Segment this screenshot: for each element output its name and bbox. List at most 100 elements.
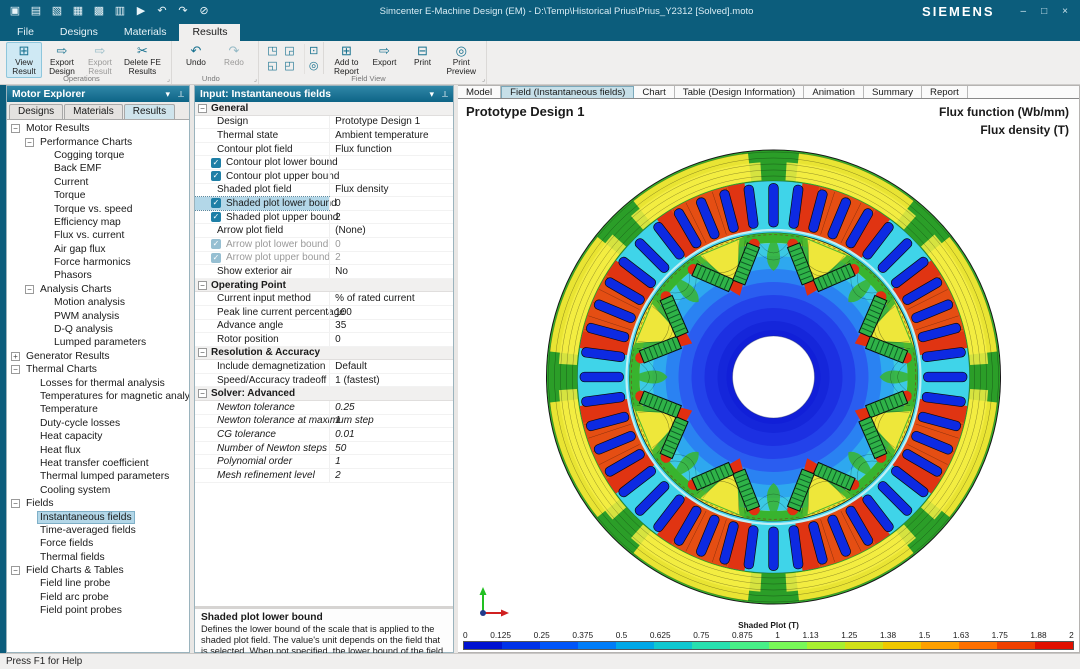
- view-orientation-2-icon[interactable]: ◲: [281, 44, 298, 59]
- property-row-peak-line-current-percentage[interactable]: Peak line current percentage100: [195, 306, 453, 320]
- property-row-arrow-plot-upper-bound[interactable]: ✓Arrow plot upper bound2: [195, 252, 453, 266]
- minimize-button[interactable]: –: [1021, 6, 1027, 17]
- property-row-rotor-position[interactable]: Rotor position0: [195, 333, 453, 347]
- view-result-button[interactable]: ⊞View Result: [6, 42, 42, 78]
- property-row-newton-tolerance[interactable]: Newton tolerance0.25: [195, 401, 453, 415]
- section-row-resolution-accuracy[interactable]: −Resolution & Accuracy: [195, 347, 453, 361]
- save-icon[interactable]: ▦: [71, 4, 85, 18]
- tree-item-field-charts-tables[interactable]: −Field Charts & Tables: [7, 564, 189, 577]
- tree-expander-icon[interactable]: −: [11, 566, 20, 575]
- section-row-operating-point[interactable]: −Operating Point: [195, 279, 453, 293]
- checkbox-icon[interactable]: ✓: [211, 198, 221, 208]
- dialog-launcher-icon[interactable]: ⌟: [254, 75, 257, 83]
- section-row-solver-advanced[interactable]: −Solver: Advanced: [195, 387, 453, 401]
- property-row-cg-tolerance[interactable]: CG tolerance0.01: [195, 428, 453, 442]
- property-value[interactable]: 1 (fastest): [329, 374, 453, 387]
- delete-fe-results-button[interactable]: ✂Delete FE Results: [120, 42, 165, 78]
- tree-item-flux-vs-current[interactable]: Flux vs. current: [7, 229, 189, 242]
- property-value[interactable]: Flux density: [329, 184, 453, 197]
- property-row-advance-angle[interactable]: Advance angle35: [195, 320, 453, 334]
- tree-expander-icon[interactable]: −: [11, 365, 20, 374]
- property-row-speed-accuracy-tradeoff[interactable]: Speed/Accuracy tradeoff1 (fastest): [195, 374, 453, 388]
- tree-item-d-q-analysis[interactable]: D-Q analysis: [7, 323, 189, 336]
- open-file-icon[interactable]: ▧: [50, 4, 64, 18]
- view-tab-animation[interactable]: Animation: [804, 86, 864, 98]
- checkbox-icon[interactable]: ✓: [211, 171, 221, 181]
- close-button[interactable]: ×: [1062, 6, 1068, 17]
- view-tab-model[interactable]: Model: [458, 86, 501, 98]
- collapse-icon[interactable]: −: [198, 281, 207, 290]
- tree-item-efficiency-map[interactable]: Efficiency map: [7, 216, 189, 229]
- property-row-arrow-plot-lower-bound[interactable]: ✓Arrow plot lower bound0: [195, 238, 453, 252]
- property-value[interactable]: [329, 156, 453, 169]
- tree-item-lumped-parameters[interactable]: Lumped parameters: [7, 336, 189, 349]
- report-icon[interactable]: ▥: [113, 4, 127, 18]
- ribbon-tab-designs[interactable]: Designs: [47, 24, 111, 41]
- motor-cross-section[interactable]: [458, 99, 1079, 652]
- export-button[interactable]: ⇨Export: [367, 42, 403, 69]
- tree-item-generator-results[interactable]: +Generator Results: [7, 350, 189, 363]
- property-row-number-of-newton-steps[interactable]: Number of Newton steps50: [195, 442, 453, 456]
- field-plot-canvas[interactable]: Prototype Design 1 Flux function (Wb/mm)…: [458, 99, 1079, 652]
- property-row-current-input-method[interactable]: Current input method% of rated current: [195, 292, 453, 306]
- property-value[interactable]: 1: [329, 415, 453, 428]
- section-row-general[interactable]: −General: [195, 102, 453, 116]
- tree-item-air-gap-flux[interactable]: Air gap flux: [7, 243, 189, 256]
- dialog-launcher-icon[interactable]: ⌟: [167, 75, 170, 83]
- checkbox-icon[interactable]: ✓: [211, 253, 221, 263]
- property-row-polynomial-order[interactable]: Polynomial order1: [195, 455, 453, 469]
- property-value[interactable]: 2: [329, 211, 453, 224]
- tree-item-current[interactable]: Current: [7, 176, 189, 189]
- app-icon[interactable]: ▣: [8, 4, 22, 18]
- view-tab-field-instantaneous-fields[interactable]: Field (Instantaneous fields): [501, 86, 634, 98]
- run-icon[interactable]: ▶: [134, 4, 148, 18]
- help-icon[interactable]: ⊘: [197, 4, 211, 18]
- view-tab-summary[interactable]: Summary: [864, 86, 922, 98]
- redo-icon[interactable]: ↷: [176, 4, 190, 18]
- tree-item-back-emf[interactable]: Back EMF: [7, 162, 189, 175]
- property-row-include-demagnetization[interactable]: Include demagnetizationDefault: [195, 360, 453, 374]
- tree-item-temperature[interactable]: Temperature: [7, 403, 189, 416]
- tree-item-duty-cycle-losses[interactable]: Duty-cycle losses: [7, 417, 189, 430]
- property-value[interactable]: No: [329, 265, 453, 278]
- tree-item-thermal-lumped-parameters[interactable]: Thermal lumped parameters: [7, 470, 189, 483]
- tree-expander-icon[interactable]: −: [11, 499, 20, 508]
- print-button[interactable]: ⊟Print: [405, 42, 441, 69]
- tree-item-field-point-probes[interactable]: Field point probes: [7, 604, 189, 617]
- tree-item-losses-for-thermal-analysis[interactable]: Losses for thermal analysis: [7, 376, 189, 389]
- property-row-design[interactable]: DesignPrototype Design 1: [195, 116, 453, 130]
- property-value[interactable]: 0.25: [329, 401, 453, 414]
- dialog-launcher-icon[interactable]: ⌟: [482, 75, 485, 83]
- pin-icon[interactable]: ⟂: [178, 89, 184, 99]
- ribbon-tab-results[interactable]: Results: [179, 24, 240, 41]
- property-value[interactable]: 100: [329, 306, 453, 319]
- tree-item-thermal-fields[interactable]: Thermal fields: [7, 551, 189, 564]
- save-as-icon[interactable]: ▩: [92, 4, 106, 18]
- view-tab-table-design-information[interactable]: Table (Design Information): [675, 86, 805, 98]
- tree-item-pwm-analysis[interactable]: PWM analysis: [7, 309, 189, 322]
- tree-expander-icon[interactable]: −: [11, 124, 20, 133]
- tree-item-performance-charts[interactable]: −Performance Charts: [7, 135, 189, 148]
- property-value[interactable]: 0: [329, 333, 453, 346]
- property-value[interactable]: (None): [329, 224, 453, 237]
- collapse-arrow-icon[interactable]: ▾: [165, 89, 170, 99]
- ribbon-tab-file[interactable]: File: [4, 24, 47, 41]
- property-value[interactable]: 2: [329, 469, 453, 482]
- tree-expander-icon[interactable]: −: [25, 285, 34, 294]
- property-row-show-exterior-air[interactable]: Show exterior airNo: [195, 265, 453, 279]
- ribbon-tab-materials[interactable]: Materials: [111, 24, 180, 41]
- property-value[interactable]: 50: [329, 442, 453, 455]
- tree-item-motion-analysis[interactable]: Motion analysis: [7, 296, 189, 309]
- view-orientation-1-icon[interactable]: ◳: [264, 44, 281, 59]
- property-row-shaded-plot-lower-bound[interactable]: ✓Shaded plot lower bound0: [195, 197, 453, 211]
- property-value[interactable]: Default: [329, 360, 453, 373]
- property-row-newton-tolerance-at-maximum-step[interactable]: Newton tolerance at maximum step1: [195, 415, 453, 429]
- tree-item-heat-transfer-coefficient[interactable]: Heat transfer coefficient: [7, 457, 189, 470]
- property-value[interactable]: 35: [329, 320, 453, 333]
- property-row-arrow-plot-field[interactable]: Arrow plot field(None): [195, 224, 453, 238]
- view-orientation-3-icon[interactable]: ◱: [264, 59, 281, 74]
- explorer-tab-results[interactable]: Results: [124, 104, 175, 119]
- property-value[interactable]: 0: [329, 238, 453, 251]
- tree-item-cogging-torque[interactable]: Cogging torque: [7, 149, 189, 162]
- checkbox-icon[interactable]: ✓: [211, 239, 221, 249]
